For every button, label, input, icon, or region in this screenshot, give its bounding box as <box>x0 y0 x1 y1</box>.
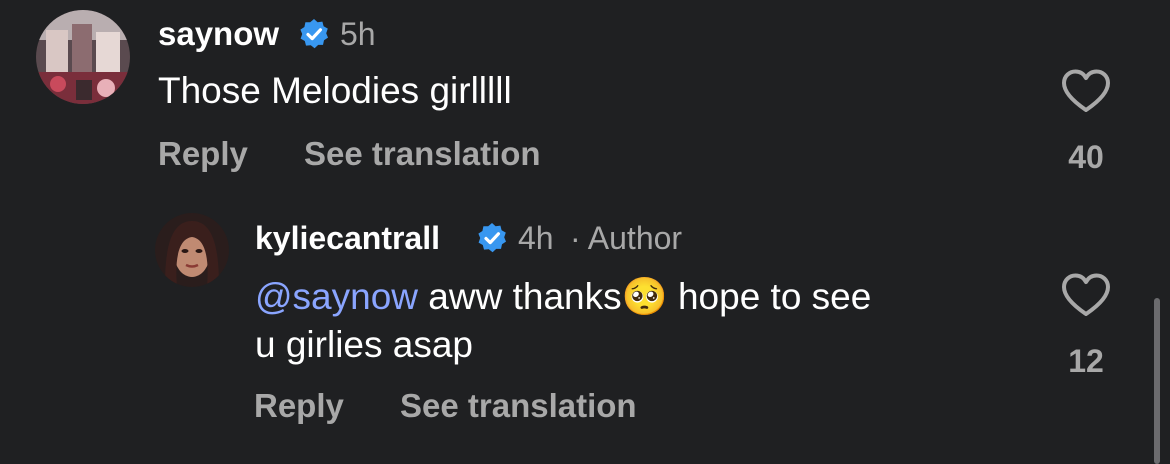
avatar-saynow[interactable] <box>36 10 130 104</box>
reply-button[interactable]: Reply <box>158 134 248 174</box>
like-count: 40 <box>1068 139 1104 175</box>
heart-outline-icon[interactable] <box>1060 68 1112 114</box>
verified-badge-icon <box>300 19 328 49</box>
comment-text-line: aww thanks🥺 hope to see <box>418 276 872 317</box>
username-saynow[interactable]: saynow <box>158 14 279 54</box>
see-translation-button[interactable]: See translation <box>400 386 637 426</box>
avatar-kyliecantrall[interactable] <box>155 213 229 287</box>
comment-text: @saynow aww thanks🥺 hope to see <box>255 274 871 320</box>
username-kyliecantrall[interactable]: kyliecantrall <box>255 218 440 258</box>
see-translation-button[interactable]: See translation <box>304 134 541 174</box>
comment-text-line: Those Melodies girlllll <box>158 70 512 111</box>
avatar-image <box>36 10 130 104</box>
comment-text-line-2: u girlies asap <box>255 324 474 365</box>
comment-time: 4h <box>518 220 554 256</box>
comment-text: Those Melodies girlllll <box>158 69 512 113</box>
comment-time: 5h <box>340 16 376 52</box>
verified-badge-icon <box>478 223 506 253</box>
reply-button[interactable]: Reply <box>254 386 344 426</box>
avatar-image <box>155 213 229 287</box>
mention-link[interactable]: @saynow <box>255 276 418 317</box>
like-count: 12 <box>1068 343 1104 379</box>
scrollbar[interactable] <box>1154 298 1160 464</box>
heart-outline-icon[interactable] <box>1060 272 1112 318</box>
author-tag: · Author <box>570 220 683 256</box>
